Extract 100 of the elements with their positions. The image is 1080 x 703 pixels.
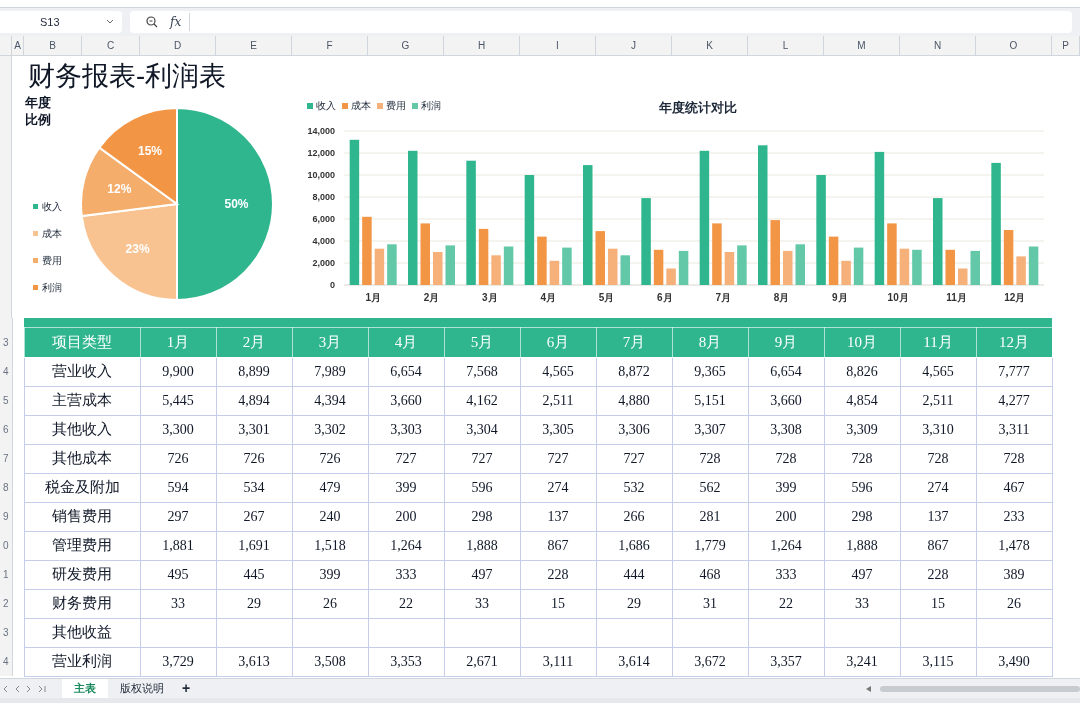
- column-header[interactable]: J: [596, 36, 672, 55]
- column-header[interactable]: M: [824, 36, 900, 55]
- axis-tick-label: 2,000: [312, 258, 335, 268]
- column-header-cell: 7月: [596, 327, 672, 357]
- table-cell: 3,308: [748, 415, 824, 444]
- column-header-cell: 11月: [900, 327, 976, 357]
- axis-tick-label: 3月: [482, 292, 498, 303]
- column-header[interactable]: O: [976, 36, 1052, 55]
- table-cell: 3,309: [824, 415, 900, 444]
- table-cell: 1,686: [596, 531, 672, 560]
- table-cell: 营业收入: [24, 357, 140, 386]
- add-sheet-button[interactable]: +: [182, 678, 191, 699]
- previous-sheet-icon[interactable]: [14, 684, 20, 693]
- bar: [795, 244, 805, 285]
- table-cell: 333: [748, 560, 824, 589]
- sheet-tab[interactable]: 主表: [62, 679, 108, 698]
- next-sheet-icon[interactable]: [26, 684, 32, 693]
- table-cell: 596: [444, 473, 520, 502]
- table-cell: 867: [520, 531, 596, 560]
- column-header[interactable]: B: [24, 36, 82, 55]
- table-cell: 727: [520, 444, 596, 473]
- table-cell: 1,518: [292, 531, 368, 560]
- formula-bar[interactable]: fx: [130, 11, 1072, 33]
- table-cell: 其他收入: [24, 415, 140, 444]
- row-header[interactable]: 4: [0, 357, 12, 386]
- zoom-icon[interactable]: [146, 16, 158, 28]
- name-box[interactable]: S13: [0, 11, 122, 33]
- column-header-cell: 项目类型: [24, 327, 140, 357]
- chevron-down-icon[interactable]: [106, 19, 114, 25]
- table-cell: 297: [140, 502, 216, 531]
- table-cell: 1,264: [368, 531, 444, 560]
- column-header[interactable]: E: [216, 36, 292, 55]
- column-header-cell: 6月: [520, 327, 596, 357]
- row-header[interactable]: 9: [0, 502, 12, 531]
- column-header[interactable]: D: [140, 36, 216, 55]
- table-cell: 727: [368, 444, 444, 473]
- table-cell: 8,826: [824, 357, 900, 386]
- table-cell: 4,277: [976, 386, 1052, 415]
- row-header[interactable]: 7: [0, 444, 12, 473]
- last-sheet-icon[interactable]: [38, 684, 47, 693]
- sheet-tab[interactable]: 版权说明: [108, 679, 176, 698]
- axis-tick-label: 1月: [365, 292, 381, 303]
- bar: [887, 223, 897, 285]
- legend-label: 利润: [42, 281, 62, 295]
- row-header[interactable]: 3: [0, 327, 12, 357]
- axis-tick-label: 0: [330, 280, 335, 290]
- row-header[interactable]: 3: [0, 618, 12, 647]
- table-cell: 营业利润: [24, 647, 140, 676]
- column-header[interactable]: F: [292, 36, 368, 55]
- axis-tick-label: 12月: [1004, 292, 1026, 303]
- table-cell: 298: [444, 502, 520, 531]
- table-cell: 3,241: [824, 647, 900, 676]
- table-cell: 274: [520, 473, 596, 502]
- column-header[interactable]: A: [12, 36, 24, 55]
- row-header[interactable]: 4: [0, 647, 12, 676]
- table-cell: 1,888: [444, 531, 520, 560]
- column-header[interactable]: L: [748, 36, 824, 55]
- bar: [1028, 246, 1039, 285]
- axis-tick-label: 4月: [540, 292, 556, 303]
- bar: [478, 228, 489, 285]
- data-label: 50%: [224, 197, 249, 211]
- table-cell: 29: [596, 589, 672, 618]
- axis-tick-label: 14,000: [307, 126, 335, 136]
- table-cell: 333: [368, 560, 444, 589]
- column-header[interactable]: P: [1052, 36, 1080, 55]
- column-header-cell: 9月: [748, 327, 824, 357]
- table-cell: 497: [444, 560, 520, 589]
- table-cell: 2,511: [900, 386, 976, 415]
- row-header[interactable]: 0: [0, 531, 12, 560]
- column-header[interactable]: N: [900, 36, 976, 55]
- row-header[interactable]: 8: [0, 473, 12, 502]
- column-header[interactable]: K: [672, 36, 748, 55]
- row-header[interactable]: 1: [0, 560, 12, 589]
- first-sheet-icon[interactable]: [2, 684, 8, 693]
- row-header[interactable]: 6: [0, 415, 12, 444]
- table-cell: 200: [748, 502, 824, 531]
- column-header[interactable]: C: [82, 36, 140, 55]
- bar: [387, 244, 397, 285]
- table-cell: 2,511: [520, 386, 596, 415]
- row-header[interactable]: 5: [0, 386, 12, 415]
- row-header[interactable]: 2: [0, 589, 12, 618]
- horizontal-scrollbar[interactable]: [880, 685, 1080, 692]
- table-cell: 389: [976, 560, 1052, 589]
- table-cell: 33: [824, 589, 900, 618]
- table-cell: 7,777: [976, 357, 1052, 386]
- column-header[interactable]: I: [520, 36, 596, 55]
- table-cell: 467: [976, 473, 1052, 502]
- scroll-left-icon[interactable]: [866, 685, 872, 692]
- column-header[interactable]: G: [368, 36, 444, 55]
- column-header[interactable]: H: [444, 36, 520, 55]
- table-cell: 594: [140, 473, 216, 502]
- axis-tick-label: 2月: [423, 292, 440, 303]
- table-cell: 1,264: [748, 531, 824, 560]
- legend-label: 利润: [421, 99, 441, 113]
- function-label[interactable]: fx: [170, 13, 191, 31]
- table-cell: 33: [140, 589, 216, 618]
- table-cell: 267: [216, 502, 292, 531]
- column-header-cell: 1月: [140, 327, 216, 357]
- axis-tick-label: 5月: [598, 292, 615, 303]
- table-cell: 15: [520, 589, 596, 618]
